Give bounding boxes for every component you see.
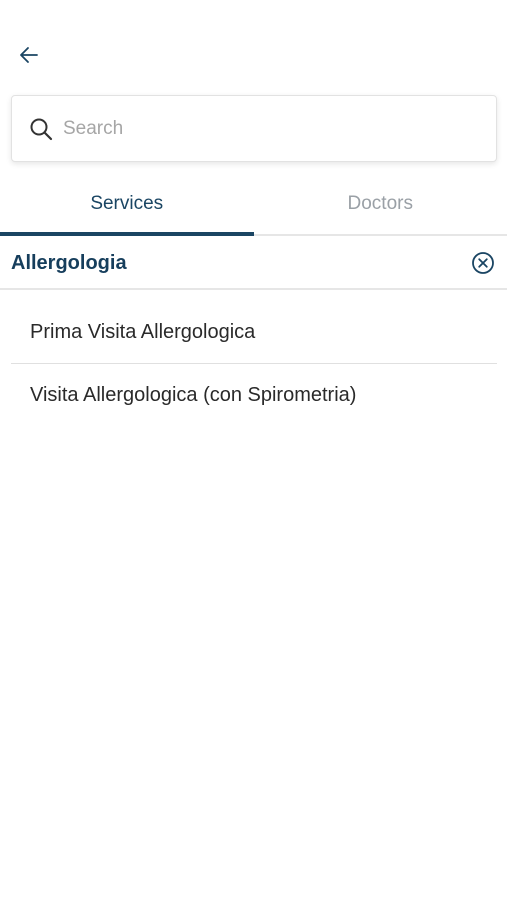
tab-services[interactable]: Services	[0, 180, 254, 236]
back-button[interactable]	[12, 38, 46, 72]
clear-filter-button[interactable]	[470, 250, 496, 276]
search-input[interactable]	[63, 108, 463, 149]
tab-doctors[interactable]: Doctors	[254, 180, 507, 234]
arrow-left-icon	[20, 47, 38, 63]
tab-bar: Services Doctors	[0, 180, 507, 236]
service-list: Prima Visita Allergologica Visita Allerg…	[11, 302, 497, 426]
list-item[interactable]: Visita Allergologica (con Spirometria)	[11, 364, 497, 426]
search-icon	[28, 116, 54, 142]
active-filter: Allergologia	[0, 238, 507, 290]
screen: Services Doctors Allergologia Prima Visi…	[0, 0, 507, 900]
filter-label: Allergologia	[11, 251, 127, 274]
close-circle-icon	[472, 252, 494, 274]
search-bar[interactable]	[11, 95, 497, 162]
list-item[interactable]: Prima Visita Allergologica	[11, 302, 497, 364]
